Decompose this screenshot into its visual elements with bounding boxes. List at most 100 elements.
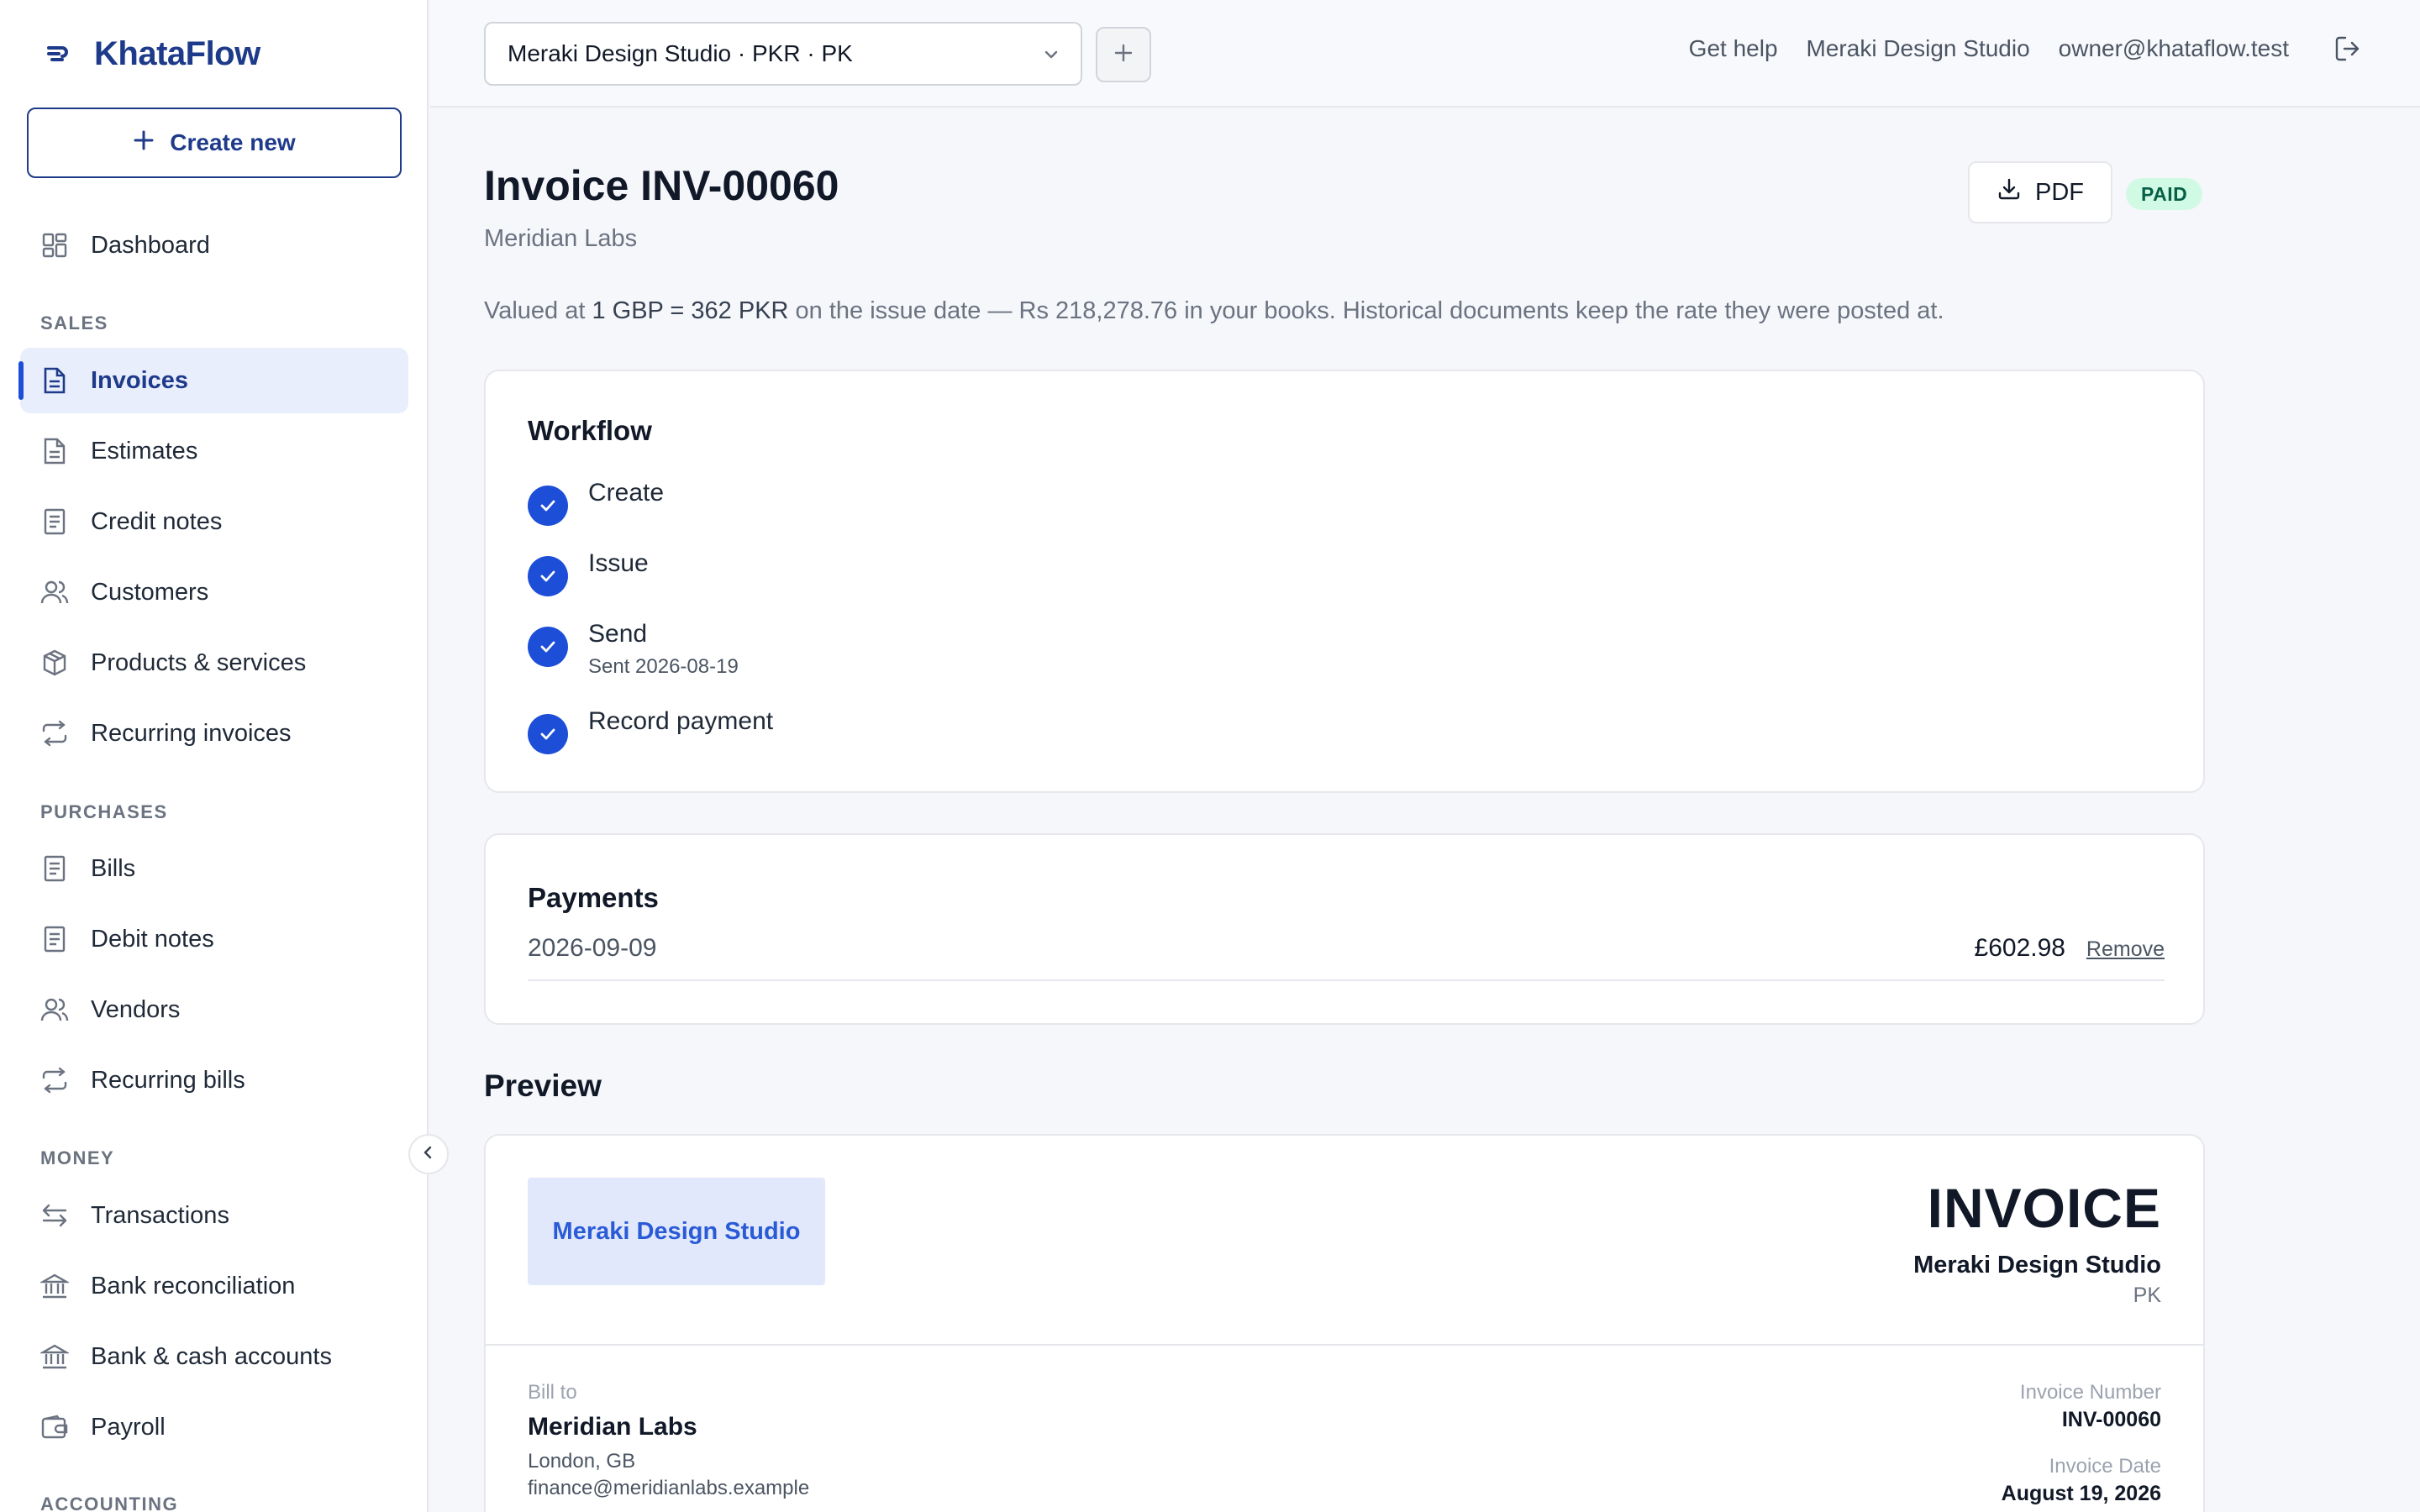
payment-date: 2026-09-09 xyxy=(528,934,657,962)
wallet-icon xyxy=(40,1413,69,1441)
document-icon xyxy=(40,437,69,465)
sidebar-item-recurring-invoices[interactable]: Recurring invoices xyxy=(20,701,408,766)
brand-logo-icon xyxy=(44,39,72,68)
sidebar-item-dashboard[interactable]: Dashboard xyxy=(20,213,408,278)
create-new-label: Create new xyxy=(170,129,296,155)
sidebar-item-credit-notes[interactable]: Credit notes xyxy=(20,489,408,554)
sidebar-item-invoices[interactable]: Invoices xyxy=(18,348,408,413)
sidebar-item-label: Debit notes xyxy=(91,925,214,953)
check-icon xyxy=(528,627,568,667)
box-icon xyxy=(40,648,69,677)
invoice-number-value: INV-00060 xyxy=(2061,1408,2161,1431)
sidebar-item-label: Vendors xyxy=(91,995,181,1023)
workflow-step-issue: Issue xyxy=(528,549,649,596)
workflow-step-create: Create xyxy=(528,479,664,526)
top-links: Get help Meraki Design Studio owner@khat… xyxy=(1689,32,2365,66)
payment-row: 2026-09-09 £602.98 Remove xyxy=(528,934,2165,981)
sidebar-item-estimates[interactable]: Estimates xyxy=(20,418,408,484)
step-label: Issue xyxy=(588,549,649,577)
sidebar-item-vendors[interactable]: Vendors xyxy=(20,977,408,1042)
pdf-button-label: PDF xyxy=(2035,178,2084,206)
sidebar-item-bank-reconciliation[interactable]: Bank reconciliation xyxy=(20,1253,408,1319)
sidebar-item-label: Recurring bills xyxy=(91,1066,245,1094)
sidebar-item-label: Products & services xyxy=(91,648,307,676)
customer-name[interactable]: Meridian Labs xyxy=(484,225,637,253)
sidebar-item-bills[interactable]: Bills xyxy=(20,836,408,901)
create-new-button[interactable]: Create new xyxy=(27,108,402,178)
rate-note-suffix: on the issue date — Rs 218,278.76 in you… xyxy=(788,297,1944,324)
repeat-icon xyxy=(40,1066,69,1095)
check-icon xyxy=(528,486,568,526)
organization-select[interactable]: Meraki Design Studio · PKR · PK xyxy=(484,22,1082,86)
plus-icon xyxy=(133,129,155,157)
chevron-left-icon xyxy=(421,1145,436,1164)
organization-name-link[interactable]: Meraki Design Studio xyxy=(1807,35,2030,62)
repeat-icon xyxy=(40,719,69,748)
sidebar-item-label: Bank & cash accounts xyxy=(91,1342,332,1370)
bill-to-name: Meridian Labs xyxy=(528,1413,697,1441)
invoice-heading: INVOICE xyxy=(1927,1177,2161,1239)
workflow-card: Workflow Create Issue Send Sent 2026-08-… xyxy=(484,370,2205,793)
bill-to-email: finance@meridianlabs.example xyxy=(528,1477,810,1499)
section-label-purchases: PURCHASES xyxy=(40,801,168,822)
divider xyxy=(486,1344,2203,1346)
sidebar-item-customers[interactable]: Customers xyxy=(20,559,408,625)
step-label: Send xyxy=(588,620,648,648)
organization-select-value: Meraki Design Studio · PKR · PK xyxy=(508,40,853,66)
document-icon xyxy=(40,366,69,395)
preview-title: Preview xyxy=(484,1068,602,1103)
from-company-name: Meraki Design Studio xyxy=(1913,1252,2161,1278)
invoice-date-label: Invoice Date xyxy=(2049,1455,2161,1478)
from-company-country: PK xyxy=(2133,1284,2161,1307)
receipt-icon xyxy=(40,507,69,536)
sidebar-item-label: Customers xyxy=(91,578,209,606)
sidebar-item-bank-cash-accounts[interactable]: Bank & cash accounts xyxy=(20,1324,408,1389)
plus-icon xyxy=(1113,42,1134,68)
get-help-link[interactable]: Get help xyxy=(1689,35,1778,62)
arrows-exchange-icon xyxy=(40,1201,69,1230)
workflow-title: Workflow xyxy=(528,415,652,446)
user-email[interactable]: owner@khataflow.test xyxy=(2059,35,2289,62)
workflow-step-send: Send Sent 2026-08-19 xyxy=(528,620,739,679)
sidebar-item-products[interactable]: Products & services xyxy=(20,630,408,696)
page-title: Invoice INV-00060 xyxy=(484,162,839,209)
invoice-preview: Meraki Design Studio INVOICE Meraki Desi… xyxy=(484,1134,2205,1512)
sidebar-item-label: Bank reconciliation xyxy=(91,1272,296,1299)
payments-title: Payments xyxy=(528,882,659,913)
receipt-icon xyxy=(40,854,69,883)
dashboard-icon xyxy=(40,231,69,260)
remove-payment-link[interactable]: Remove xyxy=(2086,937,2165,962)
section-label-sales: SALES xyxy=(40,312,108,333)
sidebar-item-label: Payroll xyxy=(91,1413,166,1441)
brand[interactable]: KhataFlow xyxy=(44,30,260,77)
sidebar-item-recurring-bills[interactable]: Recurring bills xyxy=(20,1047,408,1113)
brand-name: KhataFlow xyxy=(94,34,260,72)
workflow-step-record-payment: Record payment xyxy=(528,707,773,754)
status-badge: PAID xyxy=(2126,178,2203,210)
sidebar-item-label: Transactions xyxy=(91,1201,229,1229)
bill-to-label: Bill to xyxy=(528,1381,577,1404)
sidebar-item-transactions[interactable]: Transactions xyxy=(20,1183,408,1248)
sidebar-item-payroll[interactable]: Payroll xyxy=(20,1394,408,1460)
download-pdf-button[interactable]: PDF xyxy=(1968,161,2112,223)
rate-note-value: 1 GBP = 362 PKR xyxy=(592,297,789,324)
users-icon xyxy=(40,995,69,1024)
sidebar-item-debit-notes[interactable]: Debit notes xyxy=(20,906,408,972)
add-organization-button[interactable] xyxy=(1096,27,1151,82)
company-logo: Meraki Design Studio xyxy=(528,1178,825,1285)
exchange-rate-note: Valued at 1 GBP = 362 PKR on the issue d… xyxy=(484,297,1944,325)
payments-card: Payments 2026-09-09 £602.98 Remove xyxy=(484,833,2205,1025)
bill-to-location: London, GB xyxy=(528,1450,636,1473)
invoice-date-value: August 19, 2026 xyxy=(2001,1482,2161,1505)
section-label-money: MONEY xyxy=(40,1147,115,1168)
chevron-down-icon xyxy=(1040,44,1062,71)
collapse-sidebar-button[interactable] xyxy=(408,1134,449,1174)
step-label: Record payment xyxy=(588,707,774,735)
invoice-number-label: Invoice Number xyxy=(2019,1381,2161,1404)
payment-amount: £602.98 xyxy=(1974,934,2065,962)
logout-icon[interactable] xyxy=(2331,32,2365,66)
section-label-accounting: ACCOUNTING xyxy=(40,1494,179,1512)
step-sublabel: Sent 2026-08-19 xyxy=(588,655,739,678)
sidebar-item-label: Estimates xyxy=(91,437,198,465)
topbar: Meraki Design Studio · PKR · PK Get help… xyxy=(430,0,2420,108)
